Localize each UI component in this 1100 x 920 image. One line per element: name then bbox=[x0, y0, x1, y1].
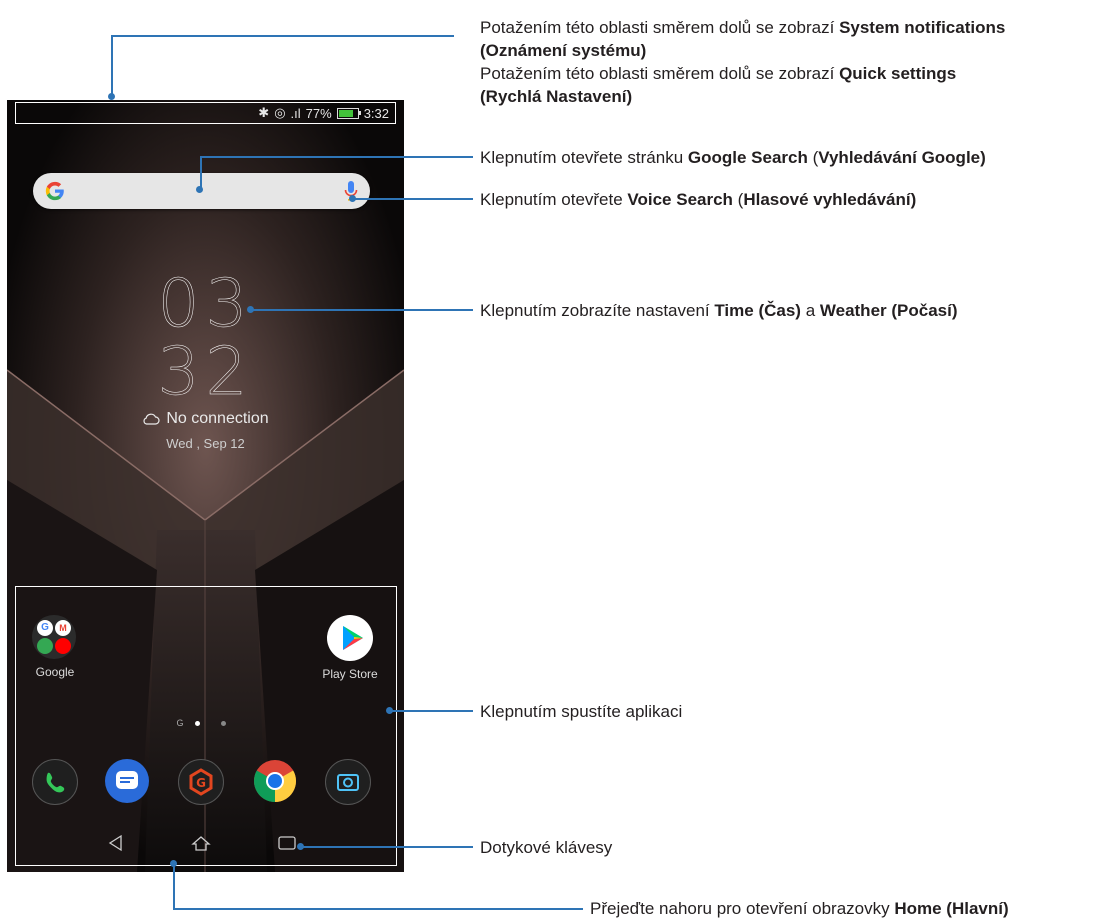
clock-widget[interactable]: 03 32 bbox=[7, 265, 404, 410]
phone-home-screen: ✱ ◎ .ıl 77% 3:32 03 32 No connection Wed… bbox=[7, 100, 404, 872]
callout-time-weather: Klepnutím zobrazíte nastavení Time (Čas)… bbox=[480, 301, 958, 320]
callout-home-screen: Přejeďte nahoru pro otevření obrazovky H… bbox=[590, 899, 1009, 918]
google-folder-label: Google bbox=[35, 665, 75, 679]
callout-google-search: Klepnutím otevřete stránku Google Search… bbox=[480, 148, 986, 167]
chrome-app-icon[interactable] bbox=[253, 759, 297, 803]
home-callout-line-v bbox=[173, 864, 175, 910]
game-center-app-icon[interactable]: G bbox=[178, 759, 224, 805]
cloud-icon bbox=[143, 413, 160, 425]
google-g-icon bbox=[45, 181, 64, 201]
search-callout-line-h bbox=[200, 156, 473, 158]
play-store-label: Play Store bbox=[322, 667, 378, 681]
google-folder-icon: G M bbox=[32, 615, 76, 659]
search-callout-line-v bbox=[200, 156, 202, 190]
voice-callout-line bbox=[353, 198, 473, 200]
page-indicator-google: G bbox=[176, 718, 184, 728]
svg-text:G: G bbox=[196, 776, 206, 790]
statusbar-callout-line-h bbox=[111, 35, 454, 37]
battery-icon bbox=[336, 107, 361, 119]
keys-callout-line bbox=[301, 846, 473, 848]
signal-icon: .ıl bbox=[290, 105, 301, 121]
vibrate-icon: ◎ bbox=[274, 105, 286, 120]
statusbar-callout-line-v bbox=[111, 35, 113, 96]
apps-callout-line bbox=[390, 710, 473, 712]
page-indicator: G bbox=[7, 718, 404, 728]
play-store-app[interactable]: Play Store bbox=[310, 615, 390, 681]
date-text: Wed , Sep 12 bbox=[166, 436, 245, 451]
page-dot bbox=[220, 721, 226, 727]
google-folder[interactable]: G M Google bbox=[32, 615, 78, 679]
back-key-icon[interactable] bbox=[107, 834, 125, 852]
weather-status: No connection bbox=[166, 410, 269, 427]
messages-app-icon[interactable] bbox=[105, 759, 149, 803]
phone-app-icon[interactable] bbox=[32, 759, 78, 805]
callout-voice-search: Klepnutím otevřete Voice Search (Hlasové… bbox=[480, 190, 917, 209]
status-time: 3:32 bbox=[363, 105, 389, 121]
page-dot-active bbox=[195, 721, 200, 727]
clock-hour: 03 bbox=[157, 265, 254, 342]
weather-widget[interactable]: No connection bbox=[7, 410, 404, 428]
play-store-icon bbox=[327, 615, 373, 661]
callout-system-notifications: Potažením této oblasti směrem dolů se zo… bbox=[480, 18, 1006, 106]
clock-minute: 32 bbox=[157, 333, 254, 410]
recent-apps-key-icon[interactable] bbox=[277, 834, 297, 852]
bluetooth-icon: ✱ bbox=[258, 105, 270, 120]
camera-app-icon[interactable] bbox=[325, 759, 371, 805]
callout-launch-app: Klepnutím spustíte aplikaci bbox=[480, 702, 683, 721]
callout-touch-keys: Dotykové klávesy bbox=[480, 838, 613, 857]
home-key-icon[interactable] bbox=[191, 834, 211, 852]
status-bar[interactable]: ✱ ◎ .ıl 77% 3:32 bbox=[15, 102, 396, 124]
clock-callout-line bbox=[251, 309, 473, 311]
home-callout-line-h bbox=[173, 908, 583, 910]
battery-percent: 77% bbox=[305, 105, 332, 121]
